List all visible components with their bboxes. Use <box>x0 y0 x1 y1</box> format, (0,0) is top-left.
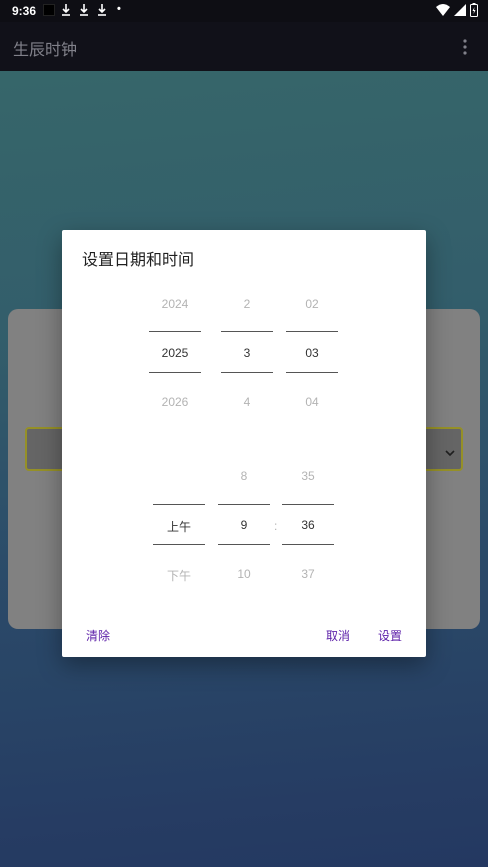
minute-current[interactable]: 36 <box>282 518 334 532</box>
wifi-icon <box>436 4 450 16</box>
battery-charging-icon <box>470 3 478 17</box>
download-icon <box>97 3 107 17</box>
ampm-picker[interactable]: 上午 下午 <box>153 468 205 588</box>
download-icon <box>61 3 71 17</box>
datetime-dialog: 设置日期和时间 2024 2025 2026 2 3 4 02 03 04 上午… <box>62 230 426 657</box>
year-current[interactable]: 2025 <box>149 346 201 360</box>
dialog-title: 设置日期和时间 <box>82 250 195 269</box>
time-separator: : <box>274 519 278 533</box>
year-prev[interactable]: 2024 <box>149 297 201 311</box>
day-divider-top <box>286 331 338 332</box>
ampm-divider-bottom <box>153 544 205 545</box>
day-prev[interactable]: 02 <box>286 297 338 311</box>
cancel-button[interactable]: 取消 <box>326 627 350 644</box>
hour-current[interactable]: 9 <box>218 518 270 532</box>
minute-divider-top <box>282 504 334 505</box>
status-more-dot: • <box>117 3 121 15</box>
hour-prev[interactable]: 8 <box>218 469 270 483</box>
hour-divider-top <box>218 504 270 505</box>
month-current[interactable]: 3 <box>221 346 273 360</box>
month-divider-top <box>221 331 273 332</box>
minute-prev[interactable]: 35 <box>282 469 334 483</box>
notification-square-icon <box>43 4 55 16</box>
year-divider-bottom <box>149 372 201 373</box>
minute-next[interactable]: 37 <box>282 567 334 581</box>
minute-picker[interactable]: 35 36 37 <box>282 468 334 588</box>
minute-divider-bottom <box>282 544 334 545</box>
download-icon <box>79 3 89 17</box>
ampm-divider-top <box>153 504 205 505</box>
status-bar: 9:36 • <box>0 0 488 22</box>
set-button[interactable]: 设置 <box>378 627 402 644</box>
signal-icon <box>454 4 466 16</box>
month-next[interactable]: 4 <box>221 395 273 409</box>
year-next[interactable]: 2026 <box>149 395 201 409</box>
hour-next[interactable]: 10 <box>218 567 270 581</box>
month-picker[interactable]: 2 3 4 <box>221 296 273 416</box>
hour-picker[interactable]: 8 9 10 <box>218 468 270 588</box>
month-divider-bottom <box>221 372 273 373</box>
year-divider-top <box>149 331 201 332</box>
day-current[interactable]: 03 <box>286 346 338 360</box>
year-picker[interactable]: 2024 2025 2026 <box>149 296 201 416</box>
ampm-current[interactable]: 上午 <box>153 518 205 535</box>
day-picker[interactable]: 02 03 04 <box>286 296 338 416</box>
day-next[interactable]: 04 <box>286 395 338 409</box>
day-divider-bottom <box>286 372 338 373</box>
ampm-next[interactable]: 下午 <box>153 567 205 584</box>
hour-divider-bottom <box>218 544 270 545</box>
status-time: 9:36 <box>12 4 37 18</box>
month-prev[interactable]: 2 <box>221 297 273 311</box>
status-right-icons <box>436 3 478 17</box>
clear-button[interactable]: 清除 <box>86 627 110 644</box>
